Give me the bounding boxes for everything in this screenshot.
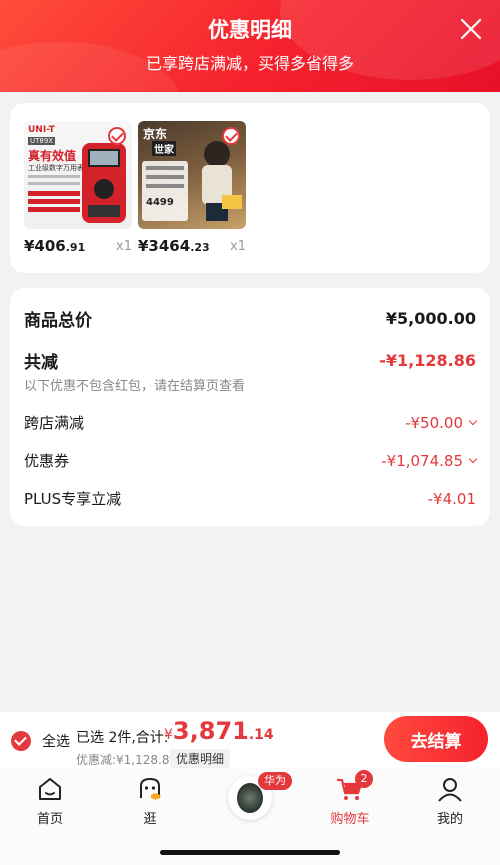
product-item[interactable]: 京东 世家 4499 ¥3464.23 x1 <box>138 121 246 255</box>
huawei-tag: 华为 <box>258 772 292 790</box>
total-price-row: 商品总价 ¥5,000.00 <box>24 306 476 331</box>
discount-row-coupon[interactable]: 优惠券 -¥1,074.85 <box>24 450 478 471</box>
checkout-button[interactable]: 去结算 <box>384 716 488 762</box>
products-card: UNI-T UT89X 真有效值 工业级数字万用表 ¥406.91 x1 京东 … <box>10 103 490 273</box>
selected-count-text: 已选 2件,合计: <box>76 730 169 746</box>
product-image-multimeter[interactable]: UNI-T UT89X 真有效值 工业级数字万用表 <box>24 121 132 229</box>
close-icon[interactable] <box>458 16 484 42</box>
stroll-icon <box>140 777 161 800</box>
total-price-label: 商品总价 <box>24 311 92 331</box>
watch-icon <box>237 783 263 813</box>
image-badge <box>222 195 242 209</box>
checkout-discount-text: 优惠减:¥1,128.86 <box>76 753 178 767</box>
discount-value[interactable]: -¥50.00 <box>405 414 478 432</box>
page-title: 优惠明细 <box>208 18 292 42</box>
product-image-treadmill[interactable]: 京东 世家 4499 <box>138 121 246 229</box>
image-feature-tags <box>28 191 80 215</box>
total-price-value: ¥5,000.00 <box>385 309 476 328</box>
image-info-panel <box>142 161 188 221</box>
discount-detail-button[interactable]: 优惠明细 <box>170 749 231 768</box>
reduce-note-row: 以下优惠不包含红包，请在结算页查看 <box>24 375 476 394</box>
select-all-checkbox[interactable] <box>11 731 31 751</box>
tab-profile[interactable]: 我的 <box>415 774 485 827</box>
header: 优惠明细 已享跨店满减，买得多省得多 <box>0 0 500 92</box>
checkout-total: ¥3,871.14 <box>164 717 274 745</box>
selected-check-icon[interactable] <box>222 127 240 145</box>
profile-icon <box>438 778 462 802</box>
discount-label: 跨店满减 <box>24 414 85 432</box>
discount-row-cross-store[interactable]: 跨店满减 -¥50.00 <box>24 412 478 433</box>
chevron-down-icon[interactable] <box>468 454 478 463</box>
discount-value[interactable]: -¥1,074.85 <box>381 452 478 470</box>
select-all-label[interactable]: 全选 <box>42 731 70 751</box>
product-qty: x1 <box>230 239 246 254</box>
total-reduce-row: 共减 -¥1,128.86 <box>24 348 476 373</box>
reduce-note: 以下优惠不包含红包，请在结算页查看 <box>24 379 246 394</box>
discount-summary-card: 商品总价 ¥5,000.00 共减 -¥1,128.86 以下优惠不包含红包，请… <box>10 288 490 526</box>
discount-row-plus: PLUS专享立减 -¥4.01 <box>24 488 476 509</box>
image-spec-lines <box>28 175 80 189</box>
image-model: UT89X <box>28 137 56 145</box>
total-reduce-label: 共减 <box>24 353 58 373</box>
product-item[interactable]: UNI-T UT89X 真有效值 工业级数字万用表 ¥406.91 x1 <box>24 121 132 255</box>
image-brand: UNI-T <box>28 125 55 135</box>
model-head-graphic <box>204 141 230 167</box>
page-subtitle: 已享跨店满减，买得多省得多 <box>145 54 354 73</box>
discount-label: 优惠券 <box>24 452 70 470</box>
home-indicator <box>160 850 340 855</box>
multimeter-graphic <box>82 143 126 223</box>
total-reduce-value: -¥1,128.86 <box>379 351 476 370</box>
image-caption: 工业级数字万用表 <box>28 164 84 172</box>
product-price: ¥406.91 <box>24 237 86 255</box>
selected-check-icon[interactable] <box>108 127 126 145</box>
cart-badge: 2 <box>355 770 373 788</box>
image-brand-sub: 世家 <box>152 141 176 156</box>
product-qty: x1 <box>116 239 132 254</box>
image-headline: 真有效值 <box>28 149 77 163</box>
tab-stroll[interactable]: 逛 <box>115 774 185 827</box>
product-price: ¥3464.23 <box>138 237 210 255</box>
chevron-down-icon[interactable] <box>468 416 478 425</box>
image-brand: 京东 <box>143 127 168 141</box>
discount-value: -¥4.01 <box>427 489 476 508</box>
image-price: 4499 <box>146 197 174 208</box>
home-icon <box>39 778 61 800</box>
tab-cart[interactable]: 2 购物车 <box>315 770 385 827</box>
discount-label: PLUS专享立减 <box>24 490 122 508</box>
tab-home[interactable]: 首页 <box>15 774 85 827</box>
